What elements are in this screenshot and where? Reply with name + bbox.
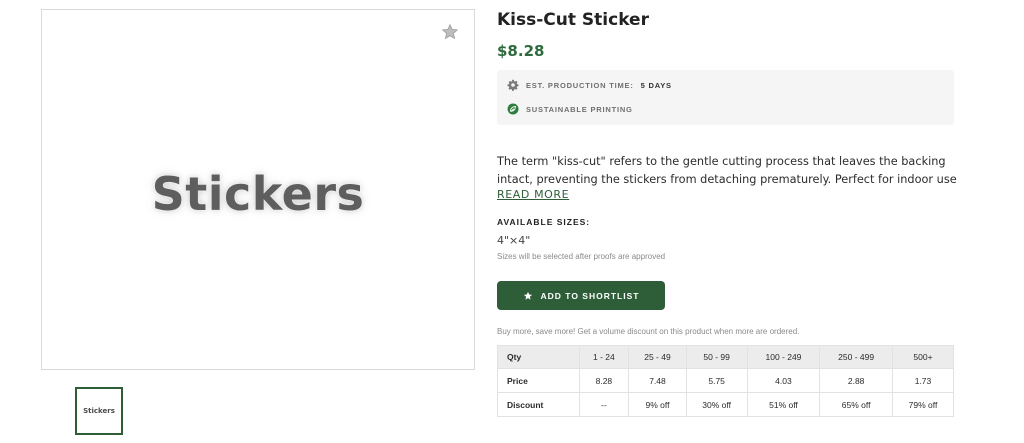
table-cell: -- xyxy=(578,392,630,417)
production-time-value: 5 DAYS xyxy=(640,80,672,90)
table-cell: 9% off xyxy=(628,392,687,417)
add-to-shortlist-button[interactable]: ADD TO SHORTLIST xyxy=(497,281,665,310)
leaf-icon xyxy=(507,103,519,115)
sustainable-printing-feature: SUSTAINABLE PRINTING xyxy=(507,103,633,115)
volume-discount-note: Buy more, save more! Get a volume discou… xyxy=(497,327,800,336)
table-cell: Discount xyxy=(497,392,580,417)
description-line: The term "kiss-cut" refers to the gentle… xyxy=(497,155,946,168)
table-header-row: Qty 1 - 24 25 - 49 50 - 99 100 - 249 250… xyxy=(497,345,955,369)
thumbnail-text: Stickers xyxy=(83,407,115,415)
table-cell: 30% off xyxy=(685,392,748,417)
table-cell: 2.88 xyxy=(819,368,893,393)
main-product-image: Stickers xyxy=(41,9,475,370)
volume-price-table: Qty 1 - 24 25 - 49 50 - 99 100 - 249 250… xyxy=(497,345,955,417)
size-note: Sizes will be selected after proofs are … xyxy=(497,252,666,261)
table-header-cell: 250 - 499 xyxy=(819,345,893,369)
read-more-link[interactable]: READ MORE xyxy=(497,188,569,201)
table-row: Discount -- 9% off 30% off 51% off 65% o… xyxy=(497,392,955,417)
features-box: EST. PRODUCTION TIME: 5 DAYS SUSTAINABLE… xyxy=(497,70,954,125)
table-cell: 7.48 xyxy=(628,368,687,393)
table-cell: Price xyxy=(497,368,580,393)
table-header-cell: 100 - 249 xyxy=(746,345,821,369)
sustainable-printing-label: SUSTAINABLE PRINTING xyxy=(526,104,633,114)
size-value: 4"×4" xyxy=(497,234,531,247)
table-cell: 65% off xyxy=(819,392,893,417)
table-header-cell: 50 - 99 xyxy=(685,345,748,369)
table-cell: 1.73 xyxy=(891,368,955,393)
add-to-shortlist-label: ADD TO SHORTLIST xyxy=(540,290,640,301)
table-row: Price 8.28 7.48 5.75 4.03 2.88 1.73 xyxy=(497,368,955,393)
gear-icon xyxy=(507,79,519,91)
production-time-label: EST. PRODUCTION TIME: xyxy=(526,80,634,90)
table-header-cell: 1 - 24 xyxy=(578,345,630,369)
table-header-cell: Qty xyxy=(497,345,580,369)
favorite-button[interactable] xyxy=(440,22,460,42)
table-cell: 8.28 xyxy=(578,368,630,393)
table-cell: 4.03 xyxy=(746,368,821,393)
star-icon xyxy=(441,23,459,40)
table-header-cell: 25 - 49 xyxy=(628,345,687,369)
table-cell: 79% off xyxy=(891,392,955,417)
table-cell: 51% off xyxy=(746,392,821,417)
description-line: intact, preventing the stickers from det… xyxy=(497,173,957,186)
production-time-feature: EST. PRODUCTION TIME: 5 DAYS xyxy=(507,79,672,91)
thumbnail-image[interactable]: Stickers xyxy=(75,387,123,435)
product-title: Kiss-Cut Sticker xyxy=(497,10,649,30)
table-header-cell: 500+ xyxy=(891,345,955,369)
star-icon xyxy=(523,291,532,300)
table-cell: 5.75 xyxy=(685,368,748,393)
sticker-preview-text: Stickers xyxy=(151,167,365,221)
available-sizes-heading: AVAILABLE SIZES: xyxy=(497,217,591,227)
product-price: $8.28 xyxy=(497,42,545,60)
product-description: The term "kiss-cut" refers to the gentle… xyxy=(497,153,957,189)
